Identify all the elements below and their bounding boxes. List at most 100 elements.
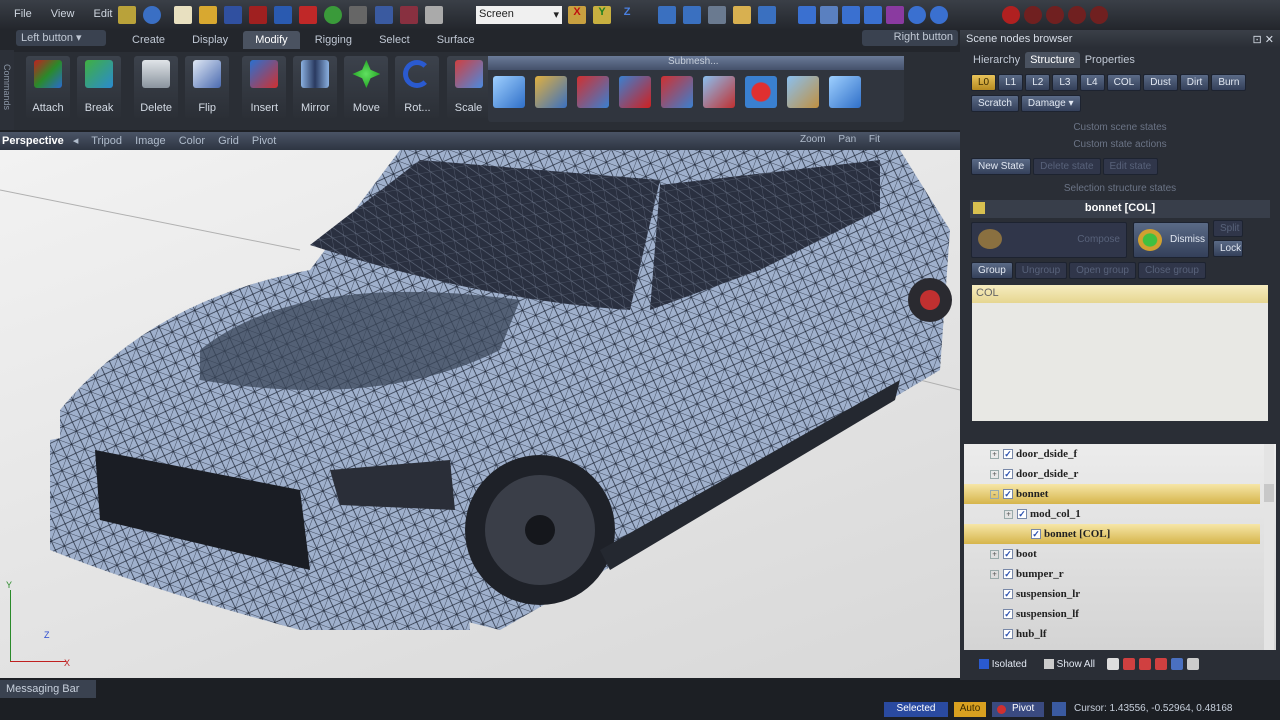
record-icon[interactable] <box>1002 6 1020 24</box>
edit-state-button[interactable]: Edit state <box>1102 158 1159 175</box>
tree-scrollbar[interactable] <box>1264 444 1274 650</box>
viewport-image[interactable]: Image <box>135 135 166 147</box>
visibility-checkbox[interactable]: ✓ <box>1017 509 1027 520</box>
new-file-icon[interactable] <box>174 6 192 24</box>
group-button[interactable]: Group <box>971 262 1013 279</box>
link-icon[interactable] <box>374 6 393 24</box>
select-mode-icon[interactable] <box>708 6 727 24</box>
tree-node[interactable]: + ✓ door_dside_r <box>964 464 1260 484</box>
attach-button[interactable]: Attach <box>26 56 70 118</box>
menu-view[interactable]: View <box>51 8 75 20</box>
lock-button[interactable]: Lock <box>1213 240 1243 257</box>
snapshot-icon[interactable] <box>424 6 443 24</box>
show-all-button[interactable]: Show All <box>1038 657 1101 672</box>
submesh-tool-icon[interactable] <box>661 76 693 108</box>
submesh-tool-icon[interactable] <box>745 76 777 108</box>
close-group-button[interactable]: Close group <box>1137 262 1206 279</box>
tree-node[interactable]: ✓ suspension_lr <box>964 584 1260 604</box>
visibility-checkbox[interactable]: ✓ <box>1003 569 1013 580</box>
expand-toggle-icon[interactable]: - <box>990 489 999 499</box>
visibility-checkbox[interactable]: ✓ <box>1003 589 1013 600</box>
fit-button[interactable]: Fit <box>869 134 880 145</box>
lod-l3-button[interactable]: L3 <box>1052 74 1078 91</box>
expand-toggle-icon[interactable]: + <box>1004 509 1013 519</box>
render-icon[interactable] <box>324 6 343 24</box>
tab-hierarchy[interactable]: Hierarchy <box>968 52 1025 68</box>
visibility-checkbox[interactable]: ✓ <box>1003 489 1013 500</box>
expand-toggle-icon[interactable]: + <box>990 449 999 459</box>
tool-icon[interactable] <box>118 6 136 24</box>
tree-node[interactable]: ✓ bonnet [COL] <box>964 524 1260 544</box>
tree-node[interactable]: + ✓ mod_col_1 <box>964 504 1260 524</box>
state-list-item[interactable]: COL <box>972 285 1268 303</box>
submesh-title[interactable]: Submesh... <box>488 56 904 70</box>
lod-l2-button[interactable]: L2 <box>1025 74 1051 91</box>
visibility-checkbox[interactable]: ✓ <box>1003 549 1013 560</box>
auto-toggle[interactable]: Auto <box>954 702 986 717</box>
messaging-bar-tab[interactable]: Messaging Bar <box>0 680 96 698</box>
visibility-checkbox[interactable]: ✓ <box>1003 449 1013 460</box>
commands-strip[interactable]: Commands <box>0 50 14 130</box>
right-button-select[interactable]: Right button <box>862 30 958 46</box>
tree-tool-icon[interactable] <box>1187 658 1200 671</box>
tab-modify[interactable]: Modify <box>243 31 300 49</box>
unlink-icon[interactable] <box>399 6 418 24</box>
visibility-checkbox[interactable]: ✓ <box>1003 629 1013 640</box>
scratch-button[interactable]: Scratch <box>971 95 1019 112</box>
dismiss-button[interactable]: Dismiss <box>1133 222 1209 258</box>
viewport-grid[interactable]: Grid <box>218 135 239 147</box>
move-button[interactable]: Move <box>344 56 389 118</box>
tab-surface[interactable]: Surface <box>425 31 487 49</box>
delete-button[interactable]: Delete <box>134 56 179 118</box>
col-button[interactable]: COL <box>1106 74 1142 91</box>
tab-display[interactable]: Display <box>180 31 240 49</box>
mode-select[interactable]: Screen ▾ <box>476 6 562 24</box>
submesh-tool-icon[interactable] <box>703 76 735 108</box>
expand-toggle-icon[interactable]: + <box>990 469 999 479</box>
new-state-button[interactable]: New State <box>971 158 1032 175</box>
isolated-button[interactable]: Isolated <box>973 657 1033 672</box>
axis-y-icon[interactable]: Y <box>593 6 612 24</box>
calc-icon[interactable] <box>349 6 368 24</box>
open-group-button[interactable]: Open group <box>1069 262 1136 279</box>
tree-tool-icon[interactable] <box>1155 658 1168 671</box>
split-button[interactable]: Split <box>1213 220 1243 237</box>
open-folder-icon[interactable] <box>199 6 218 24</box>
tab-rigging[interactable]: Rigging <box>303 31 364 49</box>
visibility-checkbox[interactable]: ✓ <box>1031 529 1041 540</box>
tab-select[interactable]: Select <box>367 31 422 49</box>
save-icon[interactable] <box>224 6 243 24</box>
compose-button[interactable]: Compose <box>971 222 1127 258</box>
pan-button[interactable]: Pan <box>838 134 856 145</box>
tree-node[interactable]: + ✓ door_dside_f <box>964 444 1260 464</box>
submesh-tool-icon[interactable] <box>535 76 567 108</box>
viewport-tripod[interactable]: Tripod <box>91 135 122 147</box>
submesh-tool-icon[interactable] <box>493 76 525 108</box>
submesh-tool-icon[interactable] <box>577 76 609 108</box>
rotate-button[interactable]: Rot... <box>395 56 440 118</box>
lock-icon[interactable] <box>973 202 985 214</box>
lod-l1-button[interactable]: L1 <box>998 74 1024 91</box>
break-button[interactable]: Break <box>77 56 122 118</box>
select-mode-icon[interactable] <box>758 6 777 24</box>
submesh-tool-icon[interactable] <box>829 76 861 108</box>
zoom-button[interactable]: Zoom <box>800 134 826 145</box>
left-button-select[interactable]: Left button ▾ <box>16 30 106 46</box>
select-mode-icon[interactable] <box>683 6 702 24</box>
submesh-tool-icon[interactable] <box>787 76 819 108</box>
tree-tool-icon[interactable] <box>1107 658 1120 671</box>
lod-l0-button[interactable]: L0 <box>971 74 997 91</box>
tab-structure[interactable]: Structure <box>1025 52 1080 68</box>
menu-edit[interactable]: Edit <box>94 8 113 20</box>
mirror-button[interactable]: Mirror <box>293 56 338 118</box>
undo-icon[interactable] <box>274 6 293 24</box>
viewport-3d[interactable]: Y Z X <box>0 150 960 678</box>
tree-tool-icon[interactable] <box>1139 658 1152 671</box>
select-mode-active-icon[interactable] <box>733 6 752 24</box>
tree-node[interactable]: + ✓ bumper_r <box>964 564 1260 584</box>
axis-z-icon[interactable]: Z <box>618 6 636 24</box>
dirt-button[interactable]: Dirt <box>1179 74 1210 91</box>
expand-toggle-icon[interactable]: + <box>990 549 999 559</box>
viewport-pivot[interactable]: Pivot <box>252 135 276 147</box>
select-mode-icon[interactable] <box>658 6 676 24</box>
